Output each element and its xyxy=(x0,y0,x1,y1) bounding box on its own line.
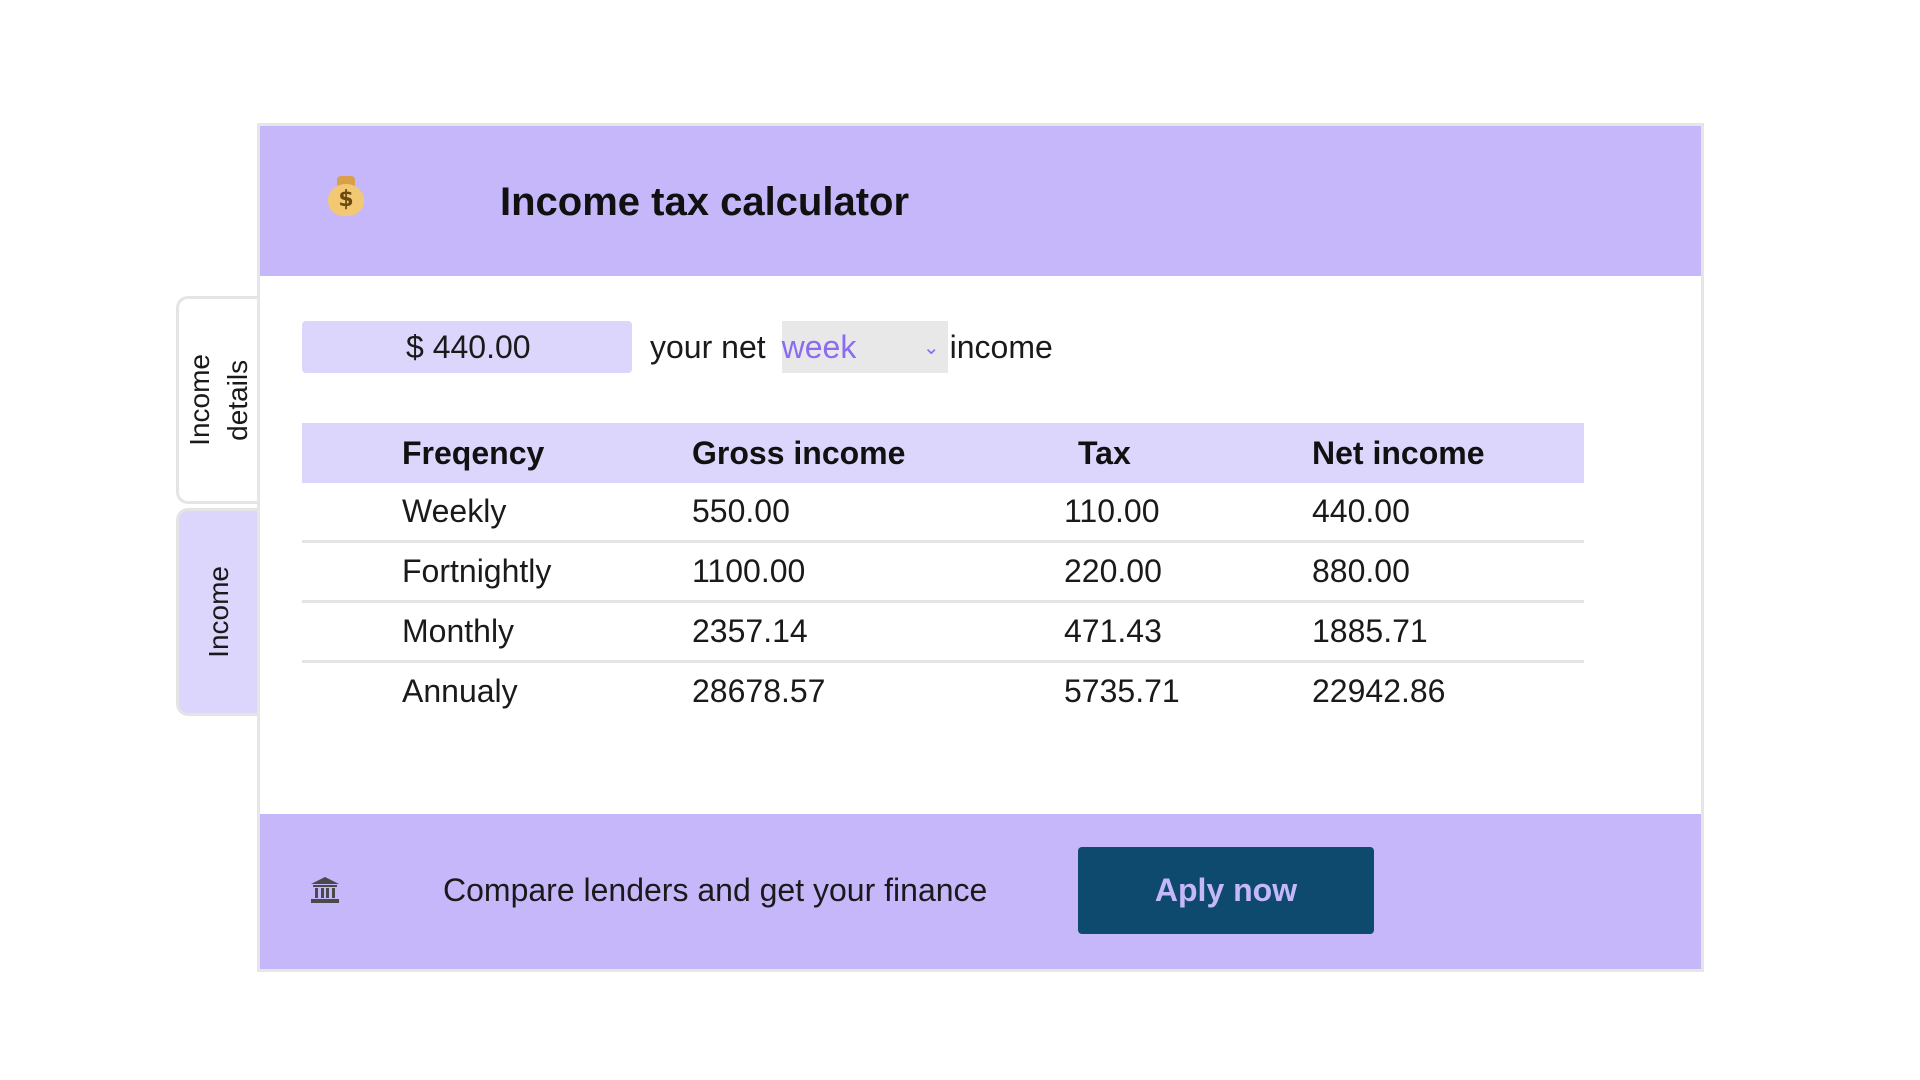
calculator-card: $ Income tax calculator your net week ⌄ … xyxy=(257,123,1704,972)
cell-frequency: Weekly xyxy=(302,483,692,543)
chevron-down-icon: ⌄ xyxy=(922,335,940,359)
cell-gross-income: 550.00 xyxy=(692,483,1064,543)
amount-input[interactable] xyxy=(302,321,632,373)
table-row: Annualy 28678.57 5735.71 22942.86 xyxy=(302,662,1584,721)
income-table: Freqency Gross income Tax Net income Wee… xyxy=(302,423,1584,720)
cell-frequency: Monthly xyxy=(302,601,692,663)
column-header-frequency: Freqency xyxy=(302,423,692,483)
table-header-row: Freqency Gross income Tax Net income xyxy=(302,423,1584,483)
cell-frequency: Fortnightly xyxy=(302,541,692,603)
column-header-tax: Tax xyxy=(1064,423,1312,483)
apply-now-button[interactable]: Aply now xyxy=(1078,847,1374,934)
period-select-value: week xyxy=(781,328,857,365)
cell-tax: 110.00 xyxy=(1064,483,1312,543)
bank-icon xyxy=(310,876,340,904)
cell-tax: 220.00 xyxy=(1064,541,1312,603)
column-header-gross-income: Gross income xyxy=(692,423,1064,483)
tab-income-details[interactable]: Income details xyxy=(176,296,258,504)
income-controls: your net week ⌄ income xyxy=(302,321,1053,373)
cell-frequency: Annualy xyxy=(402,673,518,709)
cell-gross-income: 28678.57 xyxy=(692,673,826,709)
cell-gross-income: 1100.00 xyxy=(692,541,1064,603)
period-select[interactable]: week ⌄ xyxy=(781,321,948,373)
card-footer: Compare lenders and get your finance Apl… xyxy=(260,814,1701,969)
money-bag-icon: $ xyxy=(328,176,364,227)
stage: Income details Income $ Income tax calcu… xyxy=(0,0,1920,1080)
side-tabs: Income details Income xyxy=(176,296,258,716)
table-row: Fortnightly 1100.00 220.00 880.00 xyxy=(302,541,1584,603)
table-row: Monthly 2357.14 471.43 1885.71 xyxy=(302,601,1584,663)
cell-net-income: 880.00 xyxy=(1312,541,1584,603)
cell-net-income: 22942.86 xyxy=(1312,673,1446,709)
cell-net-income: 440.00 xyxy=(1312,483,1584,543)
card-header: $ Income tax calculator xyxy=(260,126,1701,276)
tab-income-label: Income xyxy=(202,566,234,658)
tab-income-details-label: Income details xyxy=(183,354,253,446)
footer-text: Compare lenders and get your finance xyxy=(443,872,988,908)
cell-net-income: 1885.71 xyxy=(1312,601,1584,663)
cell-tax: 471.43 xyxy=(1064,601,1312,663)
cell-tax: 5735.71 xyxy=(1064,673,1180,709)
tab-income[interactable]: Income xyxy=(176,508,258,716)
net-label: your net xyxy=(650,328,766,365)
page-title: Income tax calculator xyxy=(500,180,910,224)
column-header-net-income: Net income xyxy=(1312,423,1584,483)
income-label: income xyxy=(949,328,1053,365)
table-row: Weekly 550.00 110.00 440.00 xyxy=(302,483,1584,543)
cell-gross-income: 2357.14 xyxy=(692,601,1064,663)
